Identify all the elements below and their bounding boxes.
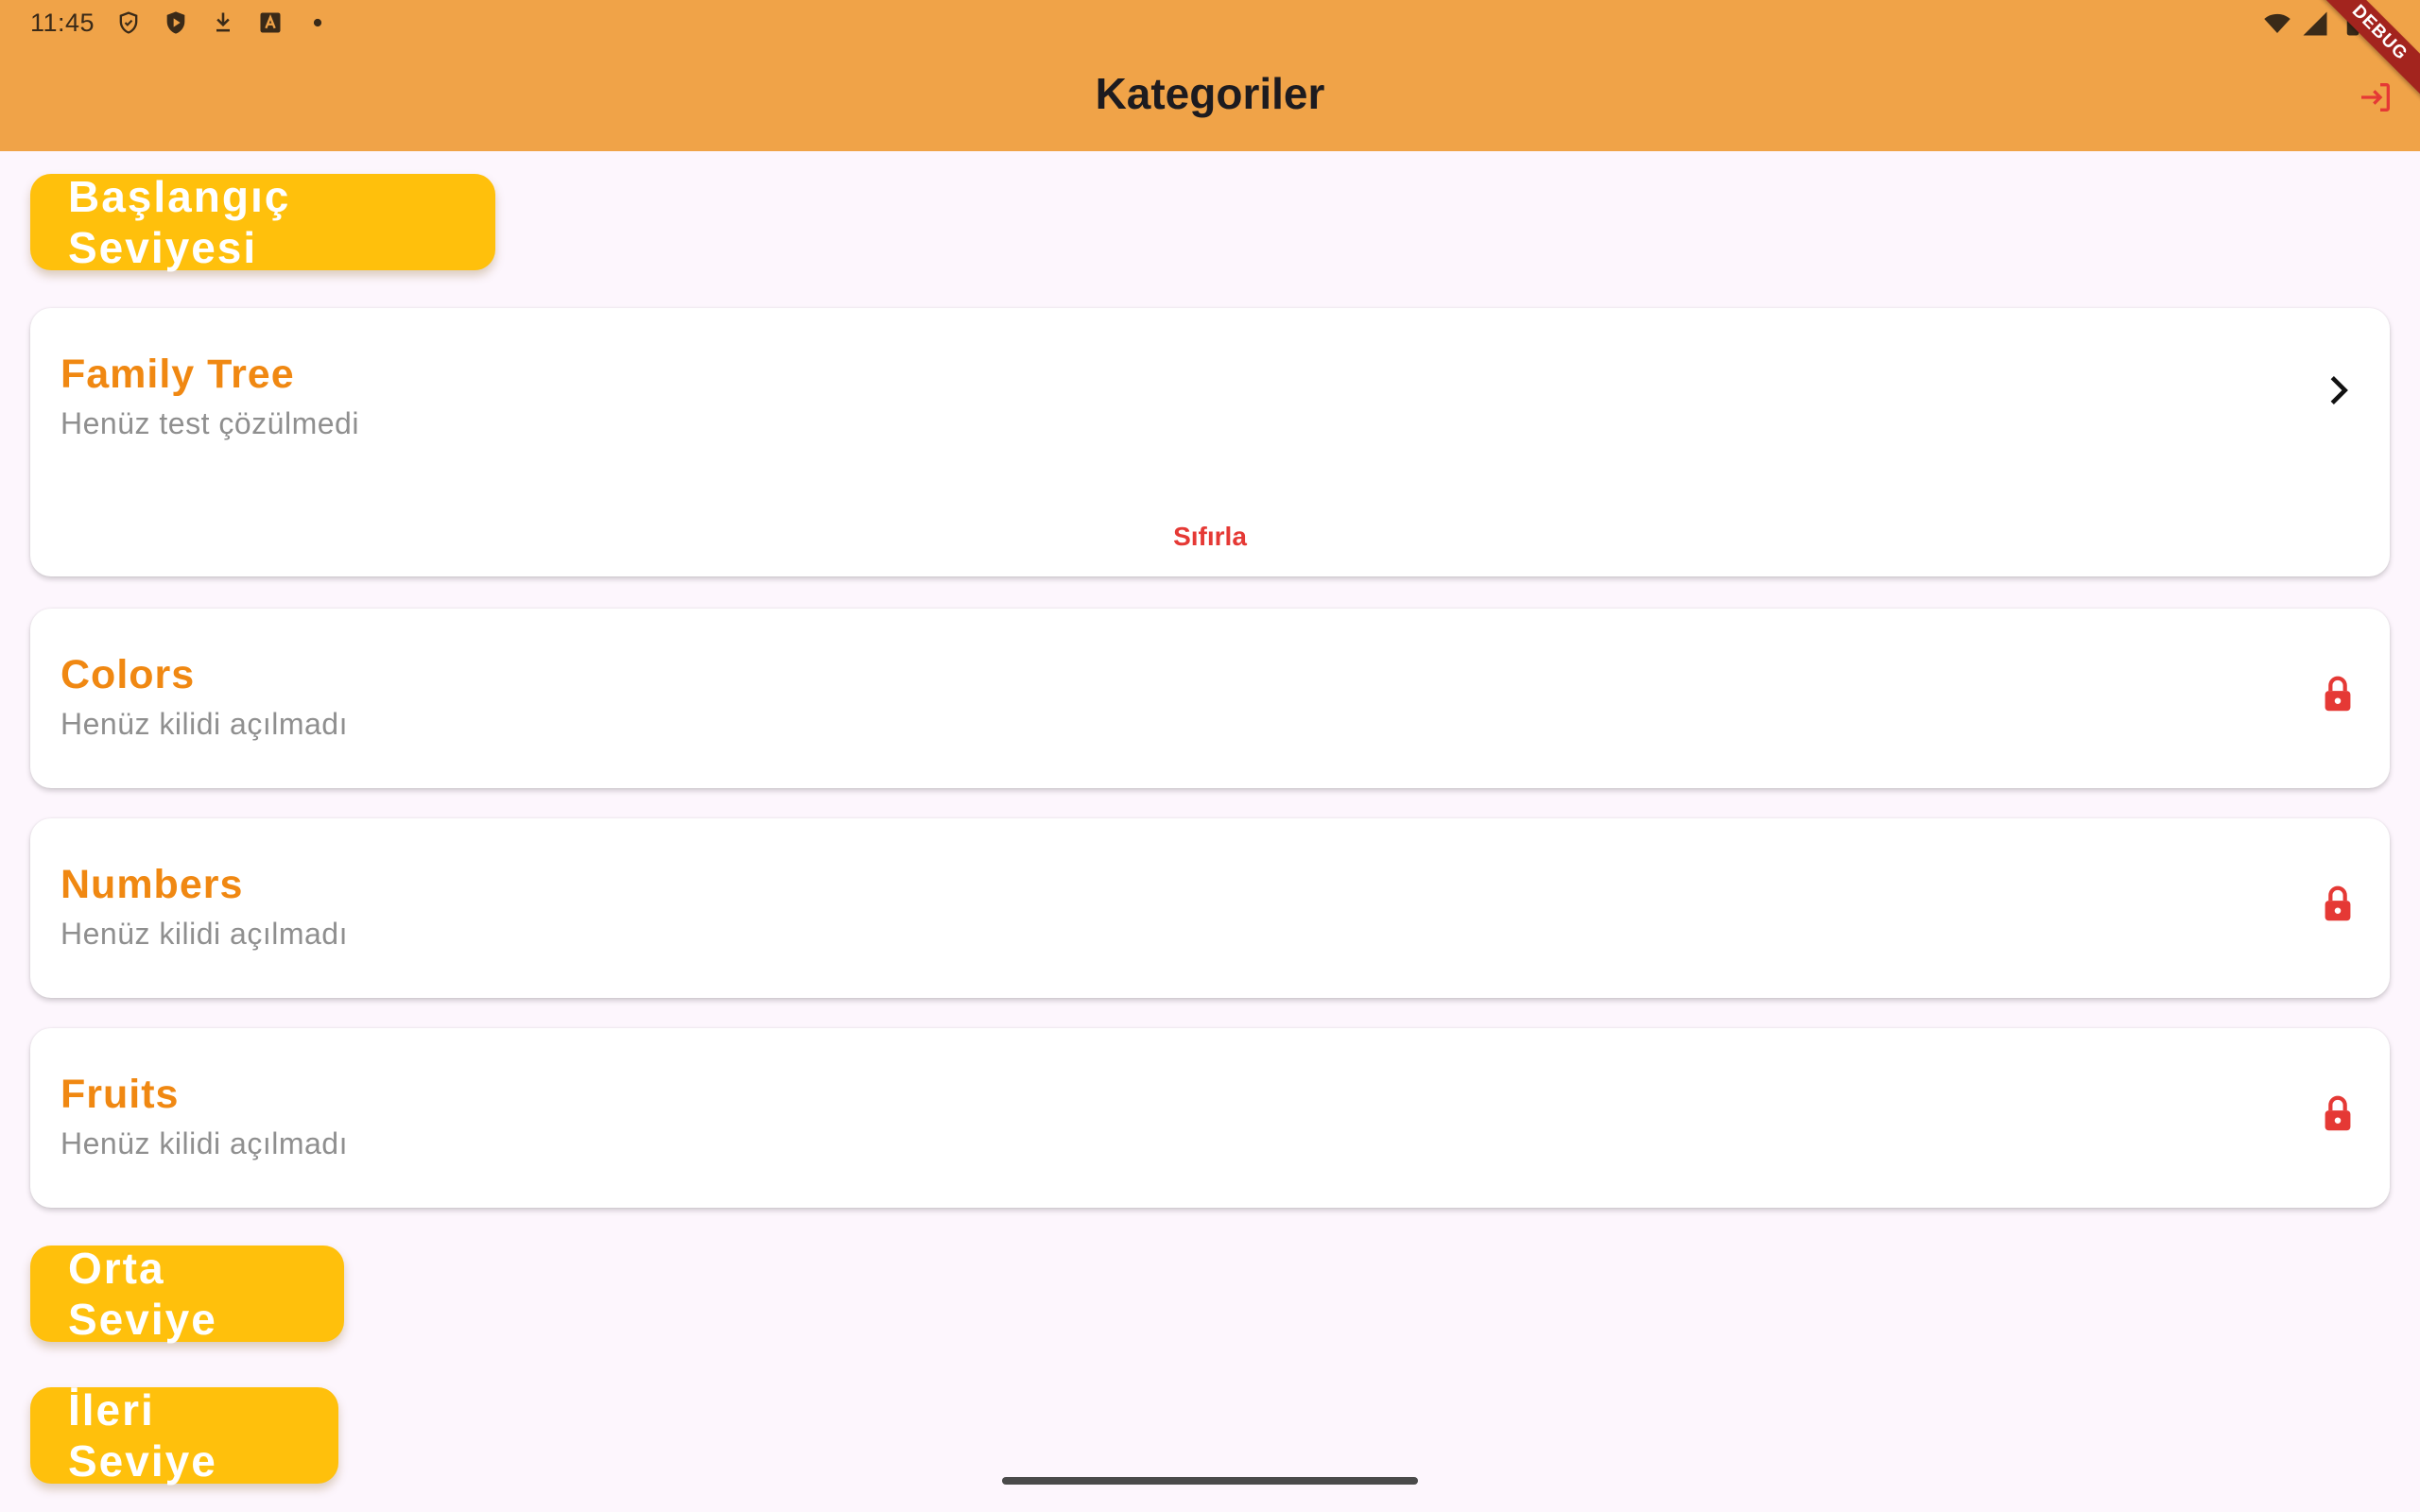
app-root: 11:45 Kategoriler DEBUG Başlangıç Seviye… — [0, 0, 2420, 1512]
category-title: Numbers — [60, 862, 244, 907]
lock-indicator — [2316, 1092, 2360, 1136]
a-icon — [260, 12, 281, 33]
category-card-colors[interactable]: Colors Henüz kilidi açılmadı — [30, 609, 2390, 788]
category-card-family-tree[interactable]: Family Tree Henüz test çözülmedi Sıfırla — [30, 308, 2390, 576]
category-subtitle: Henüz kilidi açılmadı — [60, 917, 348, 951]
app-bar: 11:45 Kategoriler — [0, 0, 2420, 151]
home-indicator[interactable] — [1002, 1477, 1418, 1485]
wifi-icon — [2264, 13, 2290, 33]
download-icon — [216, 12, 231, 32]
dot-icon — [313, 18, 322, 27]
chevron-right-icon — [2330, 375, 2348, 405]
play-protect-icon — [166, 11, 185, 34]
page-title: Kategoriler — [1095, 69, 1325, 118]
category-title: Colors — [60, 652, 196, 697]
level-button-advanced[interactable]: İleri Seviye — [30, 1385, 338, 1486]
category-open-button[interactable] — [2316, 369, 2360, 412]
lock-icon — [2325, 1095, 2351, 1131]
reset-button[interactable]: Sıfırla — [30, 522, 2390, 552]
level-button-beginner[interactable]: Başlangıç Seviyesi — [30, 172, 495, 272]
shield-icon — [119, 11, 138, 34]
status-bar: 11:45 — [0, 0, 2420, 45]
category-subtitle: Henüz test çözülmedi — [60, 406, 359, 440]
category-card-numbers[interactable]: Numbers Henüz kilidi açılmadı — [30, 818, 2390, 998]
logout-icon — [2361, 83, 2390, 112]
level-button-intermediate[interactable]: Orta Seviye — [30, 1244, 344, 1344]
category-card-fruits[interactable]: Fruits Henüz kilidi açılmadı — [30, 1028, 2390, 1208]
category-subtitle: Henüz kilidi açılmadı — [60, 707, 348, 741]
status-time: 11:45 — [30, 8, 95, 37]
lock-indicator — [2316, 883, 2360, 926]
lock-indicator — [2316, 673, 2360, 716]
lock-icon — [2325, 676, 2351, 712]
status-icons — [115, 9, 331, 36]
category-subtitle: Henüz kilidi açılmadı — [60, 1126, 348, 1160]
lock-icon — [2325, 885, 2351, 921]
signal-icon — [2303, 11, 2327, 36]
category-title: Fruits — [60, 1072, 180, 1117]
logout-button[interactable] — [2354, 76, 2397, 119]
category-title: Family Tree — [60, 352, 295, 397]
